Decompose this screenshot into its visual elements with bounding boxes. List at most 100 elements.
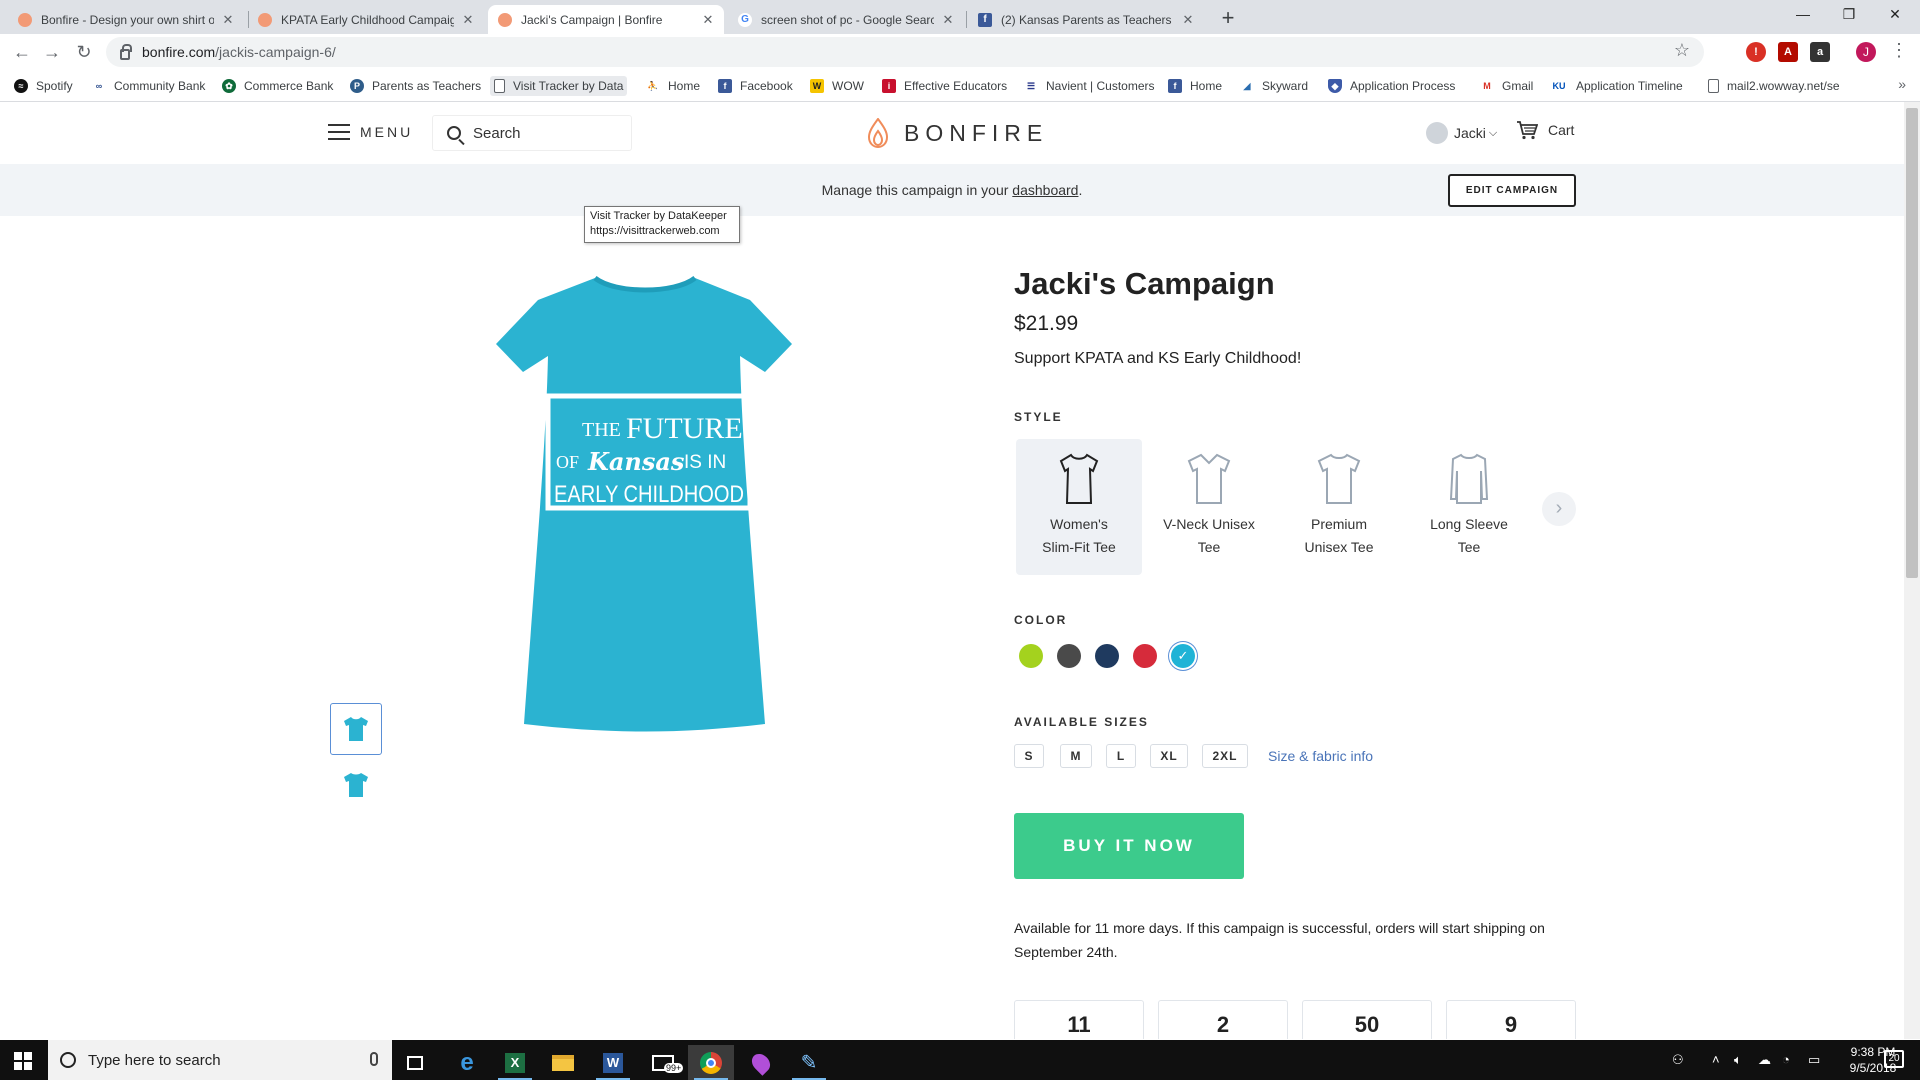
bookmark-visit-tracker[interactable]: Visit Tracker by Data: [490, 76, 628, 96]
task-view-icon[interactable]: [392, 1045, 438, 1080]
browser-tab-active[interactable]: Jacki's Campaign | Bonfire ✕: [488, 5, 724, 34]
bookmark-effective-educators[interactable]: i Effective Educators: [882, 78, 1007, 94]
word-icon[interactable]: W: [590, 1045, 636, 1080]
bonfire-logo[interactable]: BONFIRE: [866, 118, 1048, 148]
pdf-extension-icon[interactable]: A: [1778, 42, 1798, 62]
bookmark-community-bank[interactable]: ∞ Community Bank: [92, 78, 205, 94]
buy-it-now-button[interactable]: BUY IT NOW: [1014, 813, 1244, 879]
size-option[interactable]: XL: [1150, 744, 1188, 768]
style-option-premium-unisex[interactable]: Premium Unisex Tee: [1276, 439, 1402, 575]
chevron-right-icon[interactable]: ›: [1542, 492, 1576, 526]
style-option-long-sleeve[interactable]: Long Sleeve Tee: [1406, 439, 1532, 575]
reload-button[interactable]: ↻: [72, 40, 96, 64]
close-icon[interactable]: ✕: [460, 12, 476, 28]
restore-button[interactable]: ❐: [1826, 0, 1872, 30]
style-label-line1: Women's: [1050, 516, 1108, 532]
size-fabric-info-link[interactable]: Size & fabric info: [1268, 748, 1373, 764]
microphone-icon[interactable]: [370, 1052, 378, 1066]
browser-tab[interactable]: KPATA Early Childhood Campaign ✕: [248, 5, 484, 34]
close-window-button[interactable]: ✕: [1872, 0, 1918, 30]
minimize-button[interactable]: —: [1780, 0, 1826, 30]
people-icon[interactable]: ⚇: [1672, 1052, 1684, 1068]
bookmark-parents-as-teachers[interactable]: P Parents as Teachers: [350, 78, 481, 94]
file-explorer-icon[interactable]: [540, 1045, 586, 1080]
size-option[interactable]: S: [1014, 744, 1044, 768]
bookmark-home[interactable]: ⛹ Home: [646, 78, 700, 94]
taskbar-search-input[interactable]: Type here to search: [48, 1040, 392, 1080]
edge-icon[interactable]: e: [444, 1045, 490, 1080]
edit-campaign-button[interactable]: EDIT CAMPAIGN: [1448, 174, 1576, 207]
maps-pin-icon[interactable]: [738, 1045, 784, 1080]
menu-button[interactable]: MENU: [328, 124, 413, 140]
browser-menu-icon[interactable]: ⋮: [1890, 40, 1908, 61]
color-swatch-lime[interactable]: [1019, 644, 1043, 668]
wifi-icon[interactable]: ◔: [1782, 1052, 1790, 1067]
chevron-up-icon[interactable]: ˄: [1712, 1052, 1720, 1067]
user-menu[interactable]: Jacki ⌵: [1426, 122, 1497, 144]
close-icon[interactable]: ✕: [700, 12, 716, 28]
search-input[interactable]: Search: [432, 115, 632, 151]
product-thumbnail-back[interactable]: [330, 759, 382, 811]
bookmark-label: Navient | Customers: [1046, 79, 1155, 93]
hamburger-icon: [328, 124, 350, 140]
bookmark-application-timeline[interactable]: KU Application Timeline: [1550, 78, 1683, 94]
bookmark-home-facebook[interactable]: f Home: [1168, 78, 1222, 94]
countdown-seconds: 9: [1446, 1000, 1576, 1039]
excel-icon[interactable]: X: [492, 1045, 538, 1080]
chrome-icon[interactable]: [688, 1045, 734, 1080]
bookmark-application-process[interactable]: ◆ Application Process: [1328, 78, 1455, 94]
bookmark-wowway-mail[interactable]: mail2.wowway.net/se: [1708, 78, 1840, 94]
browser-tab[interactable]: G screen shot of pc - Google Searc ✕: [728, 5, 964, 34]
dashboard-link[interactable]: dashboard: [1012, 182, 1078, 198]
product-thumbnail-front[interactable]: [330, 703, 382, 755]
page-scrollbar[interactable]: [1904, 102, 1920, 1039]
profile-avatar[interactable]: J: [1856, 42, 1876, 62]
bookmark-wow[interactable]: W WOW: [810, 78, 864, 94]
browser-tab[interactable]: f (2) Kansas Parents as Teachers As ✕: [968, 5, 1204, 34]
cart-icon: [1517, 121, 1538, 140]
color-swatch-charcoal[interactable]: [1057, 644, 1081, 668]
color-swatch-red[interactable]: [1133, 644, 1157, 668]
cart-link[interactable]: Cart: [1516, 120, 1574, 140]
windows-start-icon[interactable]: [14, 1052, 32, 1070]
size-option[interactable]: M: [1060, 744, 1092, 768]
color-swatch-turquoise[interactable]: ✓: [1171, 644, 1195, 668]
close-icon[interactable]: ✕: [1180, 12, 1196, 28]
style-option-womens-slim-fit[interactable]: Women's Slim-Fit Tee: [1016, 439, 1142, 575]
volume-icon[interactable]: 🔈︎: [1734, 1052, 1742, 1068]
color-swatch-navy[interactable]: [1095, 644, 1119, 668]
forward-button[interactable]: →: [40, 40, 64, 64]
bookmark-facebook[interactable]: f Facebook: [718, 78, 793, 94]
bookmark-spotify[interactable]: ≈ Spotify: [14, 78, 73, 94]
bookmarks-overflow-icon[interactable]: »: [1898, 76, 1906, 92]
network-icon[interactable]: ▭: [1808, 1052, 1820, 1068]
extension-icon[interactable]: !: [1746, 42, 1766, 62]
back-button[interactable]: ←: [10, 40, 34, 64]
paint-icon[interactable]: ✎: [786, 1045, 832, 1080]
ku-icon: KU: [1550, 79, 1568, 93]
extension-icon[interactable]: a: [1810, 42, 1830, 62]
bookmark-navient[interactable]: ☰ Navient | Customers: [1024, 78, 1155, 94]
close-icon[interactable]: ✕: [940, 12, 956, 28]
address-bar[interactable]: bonfire.com/jackis-campaign-6/ ☆: [106, 37, 1704, 67]
bookmark-label: Application Timeline: [1576, 79, 1683, 93]
long-sleeve-tee-icon: [1449, 453, 1489, 504]
size-option[interactable]: L: [1106, 744, 1136, 768]
close-icon[interactable]: ✕: [220, 12, 236, 28]
onedrive-icon[interactable]: ☁: [1758, 1052, 1771, 1068]
tab-title: (2) Kansas Parents as Teachers As: [1001, 12, 1174, 27]
mail-icon[interactable]: 99+: [640, 1045, 686, 1080]
bookmark-commerce-bank[interactable]: ✿ Commerce Bank: [222, 78, 333, 94]
browser-tab[interactable]: Bonfire - Design your own shirt o ✕: [8, 5, 244, 34]
bookmark-star-icon[interactable]: ☆: [1674, 40, 1690, 61]
shirt-text-is-in: IS IN: [684, 452, 726, 473]
bookmark-gmail[interactable]: M Gmail: [1480, 78, 1533, 94]
action-center-icon[interactable]: 20: [1884, 1050, 1904, 1068]
bookmark-skyward[interactable]: ◢ Skyward: [1240, 78, 1308, 94]
scrollbar-thumb[interactable]: [1906, 108, 1918, 578]
sizes-label: AVAILABLE SIZES: [1014, 715, 1149, 729]
style-option-v-neck[interactable]: V-Neck Unisex Tee: [1146, 439, 1272, 575]
search-placeholder: Search: [473, 124, 521, 142]
size-option[interactable]: 2XL: [1202, 744, 1248, 768]
new-tab-button[interactable]: +: [1216, 5, 1240, 31]
